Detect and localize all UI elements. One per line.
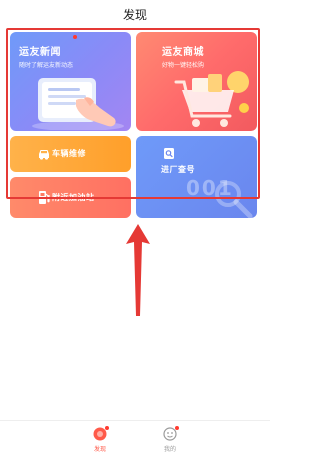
annotation-arrow-icon xyxy=(126,224,150,316)
tab-discover-badge xyxy=(105,426,109,430)
tab-discover[interactable]: 发现 xyxy=(80,426,120,453)
tab-mine-label: 我的 xyxy=(163,446,176,453)
page-title: 发现 xyxy=(122,8,147,22)
tab-mine-badge xyxy=(175,426,179,430)
bottom-tab-bar: 发现 我的 xyxy=(0,420,270,464)
discover-page: 发现 运友新闻 随时了解运友新动态 运友商城 好物一键轻松购 车辆维修 附近加油… xyxy=(0,0,270,464)
highlight-frame xyxy=(6,28,260,199)
tab-mine[interactable]: 我的 xyxy=(150,426,190,453)
tab-discover-label: 发现 xyxy=(93,446,106,453)
